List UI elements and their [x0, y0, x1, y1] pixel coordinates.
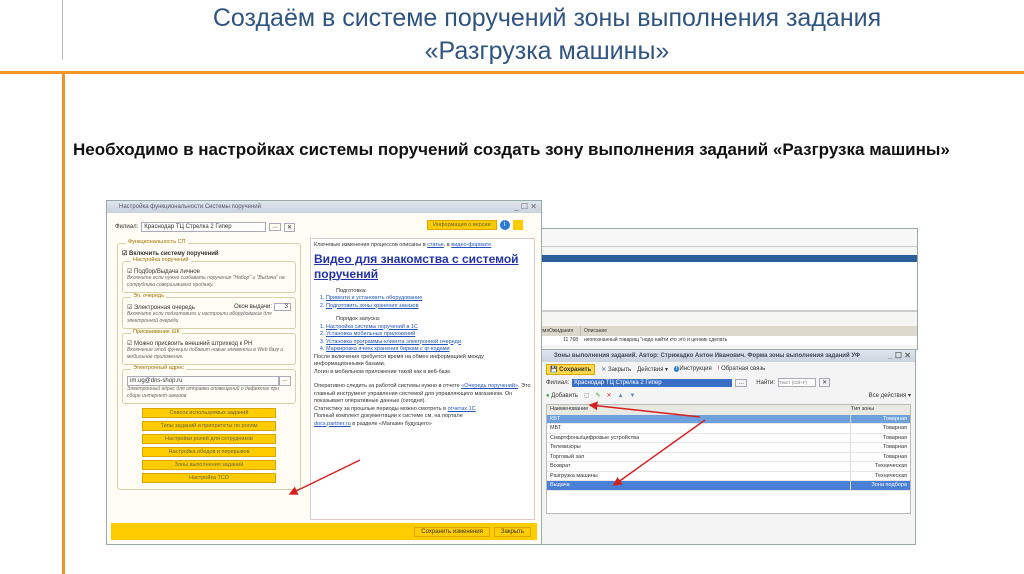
annotation-arrows — [288, 401, 706, 495]
arrow — [612, 419, 706, 486]
arrow — [588, 401, 701, 418]
arrow — [288, 459, 361, 495]
